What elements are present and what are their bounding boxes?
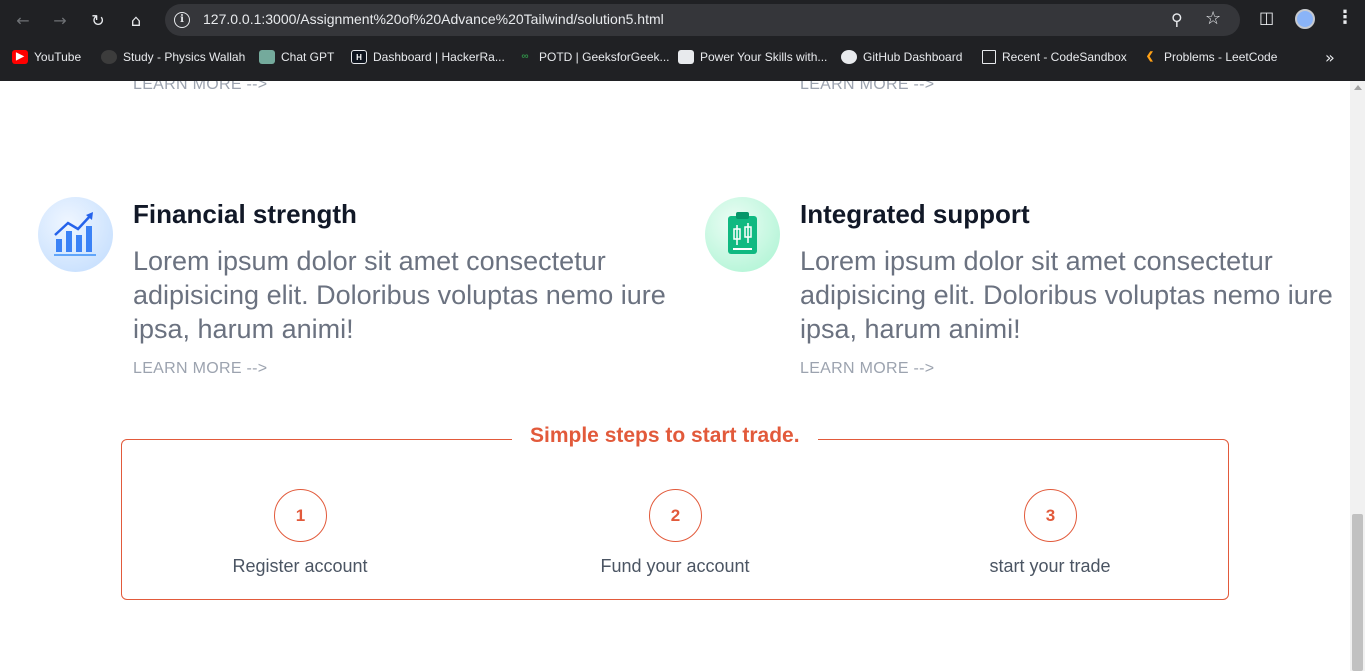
- site-info-icon[interactable]: i: [174, 12, 190, 28]
- reload-icon[interactable]: ↻: [86, 8, 110, 32]
- codesandbox-icon: [982, 50, 996, 64]
- codestudio-icon: [678, 50, 694, 64]
- bookmark-physics-wallah[interactable]: Study - Physics Wallah: [101, 50, 245, 64]
- forward-arrow-icon[interactable]: →: [48, 8, 72, 32]
- bookmark-label: GitHub Dashboard: [863, 50, 963, 64]
- page-content: LEARN MORE --> LEARN MORE --> Financial …: [0, 81, 1350, 671]
- address-bar[interactable]: i 127.0.0.1:3000/Assignment%20of%20Advan…: [165, 4, 1240, 36]
- bookmark-geeksforgeeks[interactable]: ∞ POTD | GeeksforGeek...: [517, 50, 670, 64]
- feature-description: Lorem ipsum dolor sit amet consectetur a…: [133, 246, 666, 344]
- feature-title: Financial strength: [133, 199, 357, 229]
- bookmark-chatgpt[interactable]: Chat GPT: [259, 50, 334, 64]
- clipboard-candles-icon: [705, 197, 780, 272]
- chart-growth-icon: [38, 197, 113, 272]
- bookmark-hackerrank[interactable]: H Dashboard | HackerRa...: [351, 50, 505, 64]
- pw-icon: [101, 50, 117, 64]
- bookmark-label: Power Your Skills with...: [700, 50, 828, 64]
- browser-toolbar: ← → ↻ ⌂ i 127.0.0.1:3000/Assignment%20of…: [0, 0, 1365, 40]
- back-arrow-icon[interactable]: ←: [11, 8, 35, 32]
- step-label: Fund your account: [600, 556, 750, 576]
- bookmark-label: Chat GPT: [281, 50, 335, 64]
- learn-more-link[interactable]: LEARN MORE -->: [800, 360, 934, 378]
- chevron-double-right-icon[interactable]: »: [1325, 48, 1335, 67]
- bookmark-label: YouTube: [34, 50, 82, 64]
- bookmark-youtube[interactable]: ▶ YouTube: [12, 50, 81, 64]
- side-panel-icon[interactable]: ◫: [1259, 8, 1274, 27]
- gfg-icon: ∞: [521, 51, 529, 62]
- step-number-badge: 1: [274, 489, 327, 542]
- step-number-badge: 3: [1024, 489, 1077, 542]
- step-number-badge: 2: [649, 489, 702, 542]
- bookmark-codesandbox[interactable]: Recent - CodeSandbox: [982, 50, 1127, 64]
- browser-chrome: ← → ↻ ⌂ i 127.0.0.1:3000/Assignment%20of…: [0, 0, 1365, 81]
- profile-avatar[interactable]: [1295, 9, 1315, 29]
- leetcode-icon: ❮: [1145, 51, 1155, 62]
- hackerrank-icon: H: [351, 50, 367, 64]
- url-text[interactable]: 127.0.0.1:3000/Assignment%20of%20Advance…: [203, 11, 664, 27]
- chatgpt-icon: [259, 50, 275, 64]
- bookmark-label: POTD | GeeksforGeek...: [539, 50, 670, 64]
- feature-title: Integrated support: [800, 199, 1030, 229]
- bookmark-codestudio[interactable]: Power Your Skills with...: [678, 50, 827, 64]
- github-icon: [841, 50, 857, 64]
- youtube-icon: ▶: [12, 50, 28, 64]
- bookmark-label: Study - Physics Wallah: [123, 50, 246, 64]
- bookmark-leetcode[interactable]: ❮ Problems - LeetCode: [1142, 50, 1278, 64]
- bookmarks-bar: ▶ YouTube Study - Physics Wallah Chat GP…: [0, 44, 1365, 74]
- scroll-up-arrow-icon[interactable]: [1354, 85, 1362, 90]
- bookmark-label: Dashboard | HackerRa...: [373, 50, 505, 64]
- learn-more-link[interactable]: LEARN MORE -->: [133, 360, 267, 378]
- menu-dots-icon[interactable]: ⋮: [1336, 7, 1354, 28]
- home-icon[interactable]: ⌂: [124, 8, 148, 32]
- feature-description: Lorem ipsum dolor sit amet consectetur a…: [800, 246, 1333, 344]
- bookmark-label: Recent - CodeSandbox: [1002, 50, 1127, 64]
- scrollbar-thumb[interactable]: [1352, 514, 1363, 671]
- zoom-icon[interactable]: ⚲: [1171, 10, 1183, 29]
- bookmark-label: Problems - LeetCode: [1164, 50, 1278, 64]
- step-label: start your trade: [989, 556, 1111, 576]
- vertical-scrollbar[interactable]: [1350, 81, 1365, 671]
- bookmark-github[interactable]: GitHub Dashboard: [841, 50, 962, 64]
- learn-more-link[interactable]: LEARN MORE -->: [133, 81, 267, 94]
- learn-more-link[interactable]: LEARN MORE -->: [800, 81, 934, 94]
- step-label: Register account: [232, 556, 368, 576]
- steps-title: Simple steps to start trade.: [512, 424, 818, 448]
- bookmark-star-icon[interactable]: ☆: [1205, 8, 1221, 29]
